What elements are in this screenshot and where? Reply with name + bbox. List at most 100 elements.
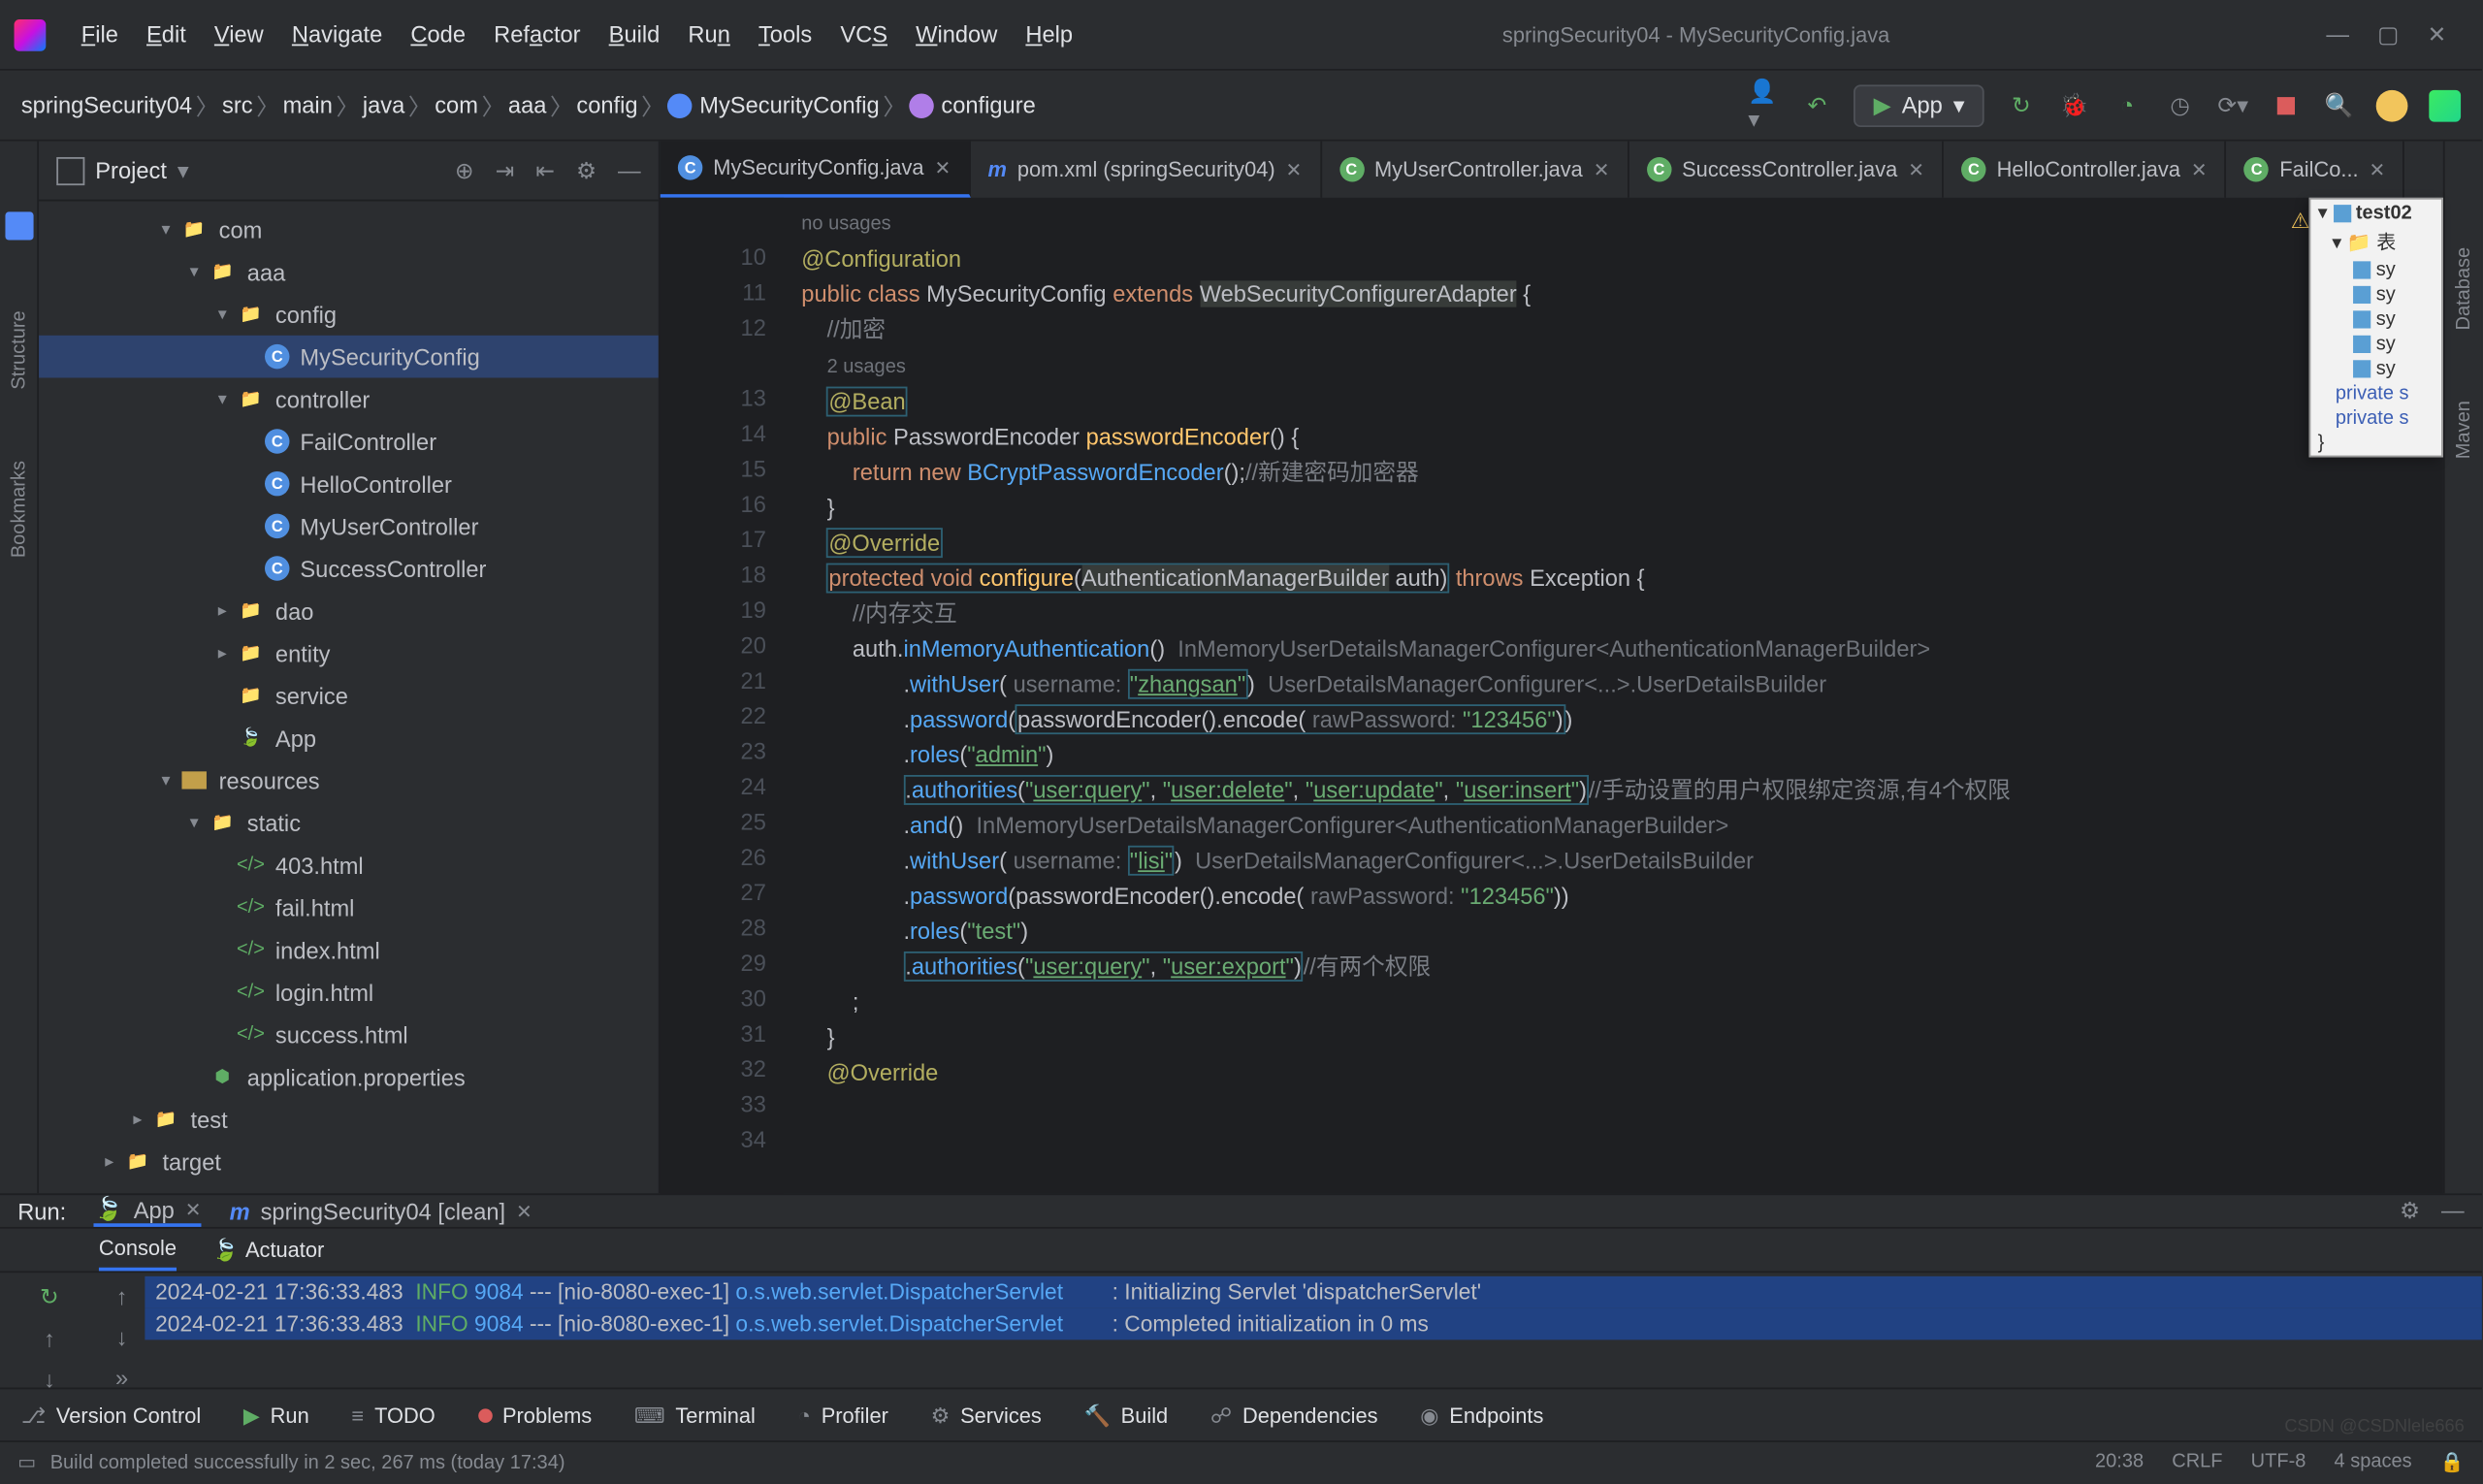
tree-item-success.html[interactable]: </>success.html <box>39 1014 659 1056</box>
down-trace-icon[interactable]: ↓ <box>116 1324 128 1350</box>
tab-SuccessController.java[interactable]: CSuccessController.java✕ <box>1629 142 1944 198</box>
up-trace-icon[interactable]: ↑ <box>116 1283 128 1309</box>
menu-build[interactable]: Build <box>595 15 674 55</box>
tab-pom.xml (springSecurity04)[interactable]: mpom.xml (springSecurity04)✕ <box>970 142 1321 198</box>
crumb-config[interactable]: config <box>576 92 637 118</box>
debug-button[interactable]: 🐞 <box>2058 89 2090 121</box>
tree-item-controller[interactable]: ▾📁controller <box>39 377 659 420</box>
close-tab-icon[interactable]: ✕ <box>1908 158 1924 181</box>
crumb-src[interactable]: src <box>222 92 253 118</box>
run-tab-App[interactable]: 🍃App✕ <box>94 1195 201 1227</box>
tree-item-application.properties[interactable]: ⬢application.properties <box>39 1055 659 1098</box>
bottom-tab-Profiler[interactable]: ◔Profiler <box>798 1403 888 1427</box>
back-icon[interactable]: ↶ <box>1801 89 1833 121</box>
run-subtab-Console[interactable]: Console <box>99 1229 177 1272</box>
rerun-icon[interactable]: ↻ <box>40 1283 59 1311</box>
crumb-MySecurityConfig[interactable]: MySecurityConfig <box>668 91 880 118</box>
minimize-button[interactable]: — <box>2326 20 2349 48</box>
status-4 spaces[interactable]: 4 spaces <box>2335 1451 2412 1474</box>
tree-item-403.html[interactable]: </>403.html <box>39 844 659 887</box>
crumb-configure[interactable]: configure <box>910 91 1036 118</box>
bottom-tab-Build[interactable]: 🔨Build <box>1084 1403 1169 1427</box>
project-tree[interactable]: ▾📁com▾📁aaa▾📁configCMySecurityConfig▾📁con… <box>39 201 659 1193</box>
bottom-tab-Problems[interactable]: Problems <box>477 1403 592 1427</box>
tab-MySecurityConfig.java[interactable]: CMySecurityConfig.java✕ <box>661 142 971 198</box>
structure-tab[interactable]: Structure <box>8 310 29 389</box>
tree-item-HelloController[interactable]: CHelloController <box>39 463 659 505</box>
status-🔒[interactable]: 🔒 <box>2440 1451 2465 1474</box>
expand-all-icon[interactable]: ⇥ <box>496 156 515 184</box>
tree-item-static[interactable]: ▾📁static <box>39 801 659 844</box>
select-opened-file-icon[interactable]: ⊕ <box>455 156 474 184</box>
run-coverage-button[interactable]: ◔ <box>2112 89 2144 121</box>
menu-view[interactable]: View <box>200 15 277 55</box>
tree-item-FailController[interactable]: CFailController <box>39 420 659 463</box>
bottom-tab-Version Control[interactable]: ⎇Version Control <box>21 1403 201 1427</box>
tree-item-App[interactable]: 🍃App <box>39 717 659 759</box>
more-run-button[interactable]: ⟳▾ <box>2217 89 2249 121</box>
profile-button[interactable]: ◷ <box>2164 89 2196 121</box>
hide-panel-icon[interactable]: — <box>618 156 641 184</box>
tree-item-service[interactable]: 📁service <box>39 674 659 717</box>
database-popup[interactable]: ▾ test02 ▾ 📁 表 sysysysysy private s priv… <box>2309 198 2443 458</box>
bottom-tab-Terminal[interactable]: ⌨Terminal <box>634 1403 756 1427</box>
menu-file[interactable]: File <box>67 15 132 55</box>
crumb-aaa[interactable]: aaa <box>508 92 546 118</box>
hide-run-icon[interactable]: — <box>2441 1197 2465 1225</box>
crumb-com[interactable]: com <box>435 92 478 118</box>
close-tab-icon[interactable]: ✕ <box>2191 158 2208 181</box>
bottom-tab-Endpoints[interactable]: ◉Endpoints <box>1420 1403 1543 1427</box>
crumb-main[interactable]: main <box>283 92 333 118</box>
tree-item-MyUserController[interactable]: CMyUserController <box>39 505 659 548</box>
crumb-java[interactable]: java <box>363 92 404 118</box>
tree-item-SuccessController[interactable]: CSuccessController <box>39 547 659 590</box>
status-UTF-8[interactable]: UTF-8 <box>2251 1451 2306 1474</box>
run-subtab-Actuator[interactable]: 🍃Actuator <box>211 1231 324 1270</box>
tree-item-fail.html[interactable]: </>fail.html <box>39 887 659 929</box>
close-tab-icon[interactable]: ✕ <box>1286 158 1303 181</box>
database-tab[interactable]: Database <box>2453 247 2474 331</box>
menu-window[interactable]: Window <box>902 15 1012 55</box>
crumb-springSecurity04[interactable]: springSecurity04 <box>21 92 192 118</box>
search-button[interactable]: 🔍 <box>2323 89 2355 121</box>
bottom-tab-Run[interactable]: ▶Run <box>243 1403 309 1427</box>
bottom-tab-TODO[interactable]: ≡TODO <box>351 1403 435 1427</box>
run-button[interactable]: ↻ <box>2006 89 2038 121</box>
run-config-combo[interactable]: ▶ App ▾ <box>1854 83 1984 126</box>
close-tab-icon[interactable]: ✕ <box>2370 158 2386 181</box>
menu-run[interactable]: Run <box>674 15 745 55</box>
menu-edit[interactable]: Edit <box>132 15 200 55</box>
settings-icon[interactable]: ⚙ <box>576 156 597 184</box>
bottom-tab-Dependencies[interactable]: ☍Dependencies <box>1210 1403 1378 1427</box>
tree-item-config[interactable]: ▾📁config <box>39 293 659 336</box>
tree-item-index.html[interactable]: </>index.html <box>39 928 659 971</box>
tab-HelloController.java[interactable]: CHelloController.java✕ <box>1944 142 2227 198</box>
tree-item-aaa[interactable]: ▾📁aaa <box>39 250 659 293</box>
menu-vcs[interactable]: VCS <box>826 15 902 55</box>
tree-item-dao[interactable]: ▸📁dao <box>39 590 659 632</box>
code-area[interactable]: no usages@Configurationpublic class MySe… <box>784 198 2443 1193</box>
menu-tools[interactable]: Tools <box>744 15 825 55</box>
run-settings-icon[interactable]: ⚙ <box>2400 1197 2420 1225</box>
tree-item-target[interactable]: ▸📁target <box>39 1141 659 1183</box>
bottom-tab-Services[interactable]: ⚙Services <box>931 1403 1042 1427</box>
tree-item-resources[interactable]: ▾resources <box>39 759 659 802</box>
tree-item-test[interactable]: ▸📁test <box>39 1098 659 1141</box>
avatar-icon[interactable] <box>2376 89 2408 121</box>
project-panel-title[interactable]: Project ▾ <box>56 156 189 184</box>
stop-icon[interactable]: ↑ <box>44 1326 55 1352</box>
editor[interactable]: 1011121314151617181920212223242526272829… <box>661 198 2443 1193</box>
tab-FailCo...[interactable]: CFailCo...✕ <box>2227 142 2405 198</box>
menu-code[interactable]: Code <box>397 15 480 55</box>
menu-refactor[interactable]: Refactor <box>480 15 596 55</box>
bookmarks-tab[interactable]: Bookmarks <box>8 460 29 557</box>
run-tab-springSecurity04 [clean][interactable]: mspringSecurity04 [clean]✕ <box>230 1195 532 1227</box>
tree-item-com[interactable]: ▾📁com <box>39 209 659 251</box>
stop-button[interactable] <box>2271 89 2303 121</box>
menu-navigate[interactable]: Navigate <box>277 15 397 55</box>
close-button[interactable]: ✕ <box>2428 20 2447 48</box>
tree-item-login.html[interactable]: </>login.html <box>39 971 659 1014</box>
close-tab-icon[interactable]: ✕ <box>934 156 951 179</box>
status-20:38[interactable]: 20:38 <box>2095 1451 2144 1474</box>
status-CRLF[interactable]: CRLF <box>2172 1451 2222 1474</box>
